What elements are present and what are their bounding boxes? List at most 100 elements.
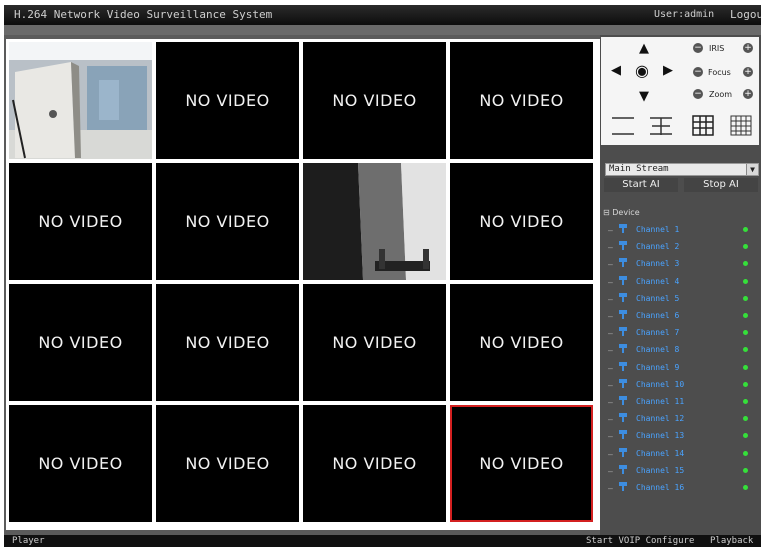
- chevron-down-icon[interactable]: ▼: [746, 164, 758, 175]
- tree-connector: –: [608, 484, 613, 493]
- layout-2x2-icon[interactable]: [649, 113, 673, 137]
- video-cell[interactable]: NO VIDEO: [9, 163, 152, 280]
- ptz-center-icon[interactable]: ◉: [635, 61, 649, 80]
- channel-item[interactable]: – Channel 5: [608, 292, 758, 306]
- video-cell[interactable]: NO VIDEO: [450, 163, 593, 280]
- ptz-control: ▲ ◀ ◉ ▶ ▼ − IRIS + − Focus + − Zoom +: [601, 37, 759, 145]
- video-cell[interactable]: NO VIDEO: [9, 284, 152, 401]
- channel-item[interactable]: – Channel 6: [608, 309, 758, 323]
- channel-item[interactable]: – Channel 7: [608, 326, 758, 340]
- online-status-icon: [743, 295, 748, 301]
- channel-item[interactable]: – Channel 4: [608, 275, 758, 289]
- channel-item[interactable]: – Channel 16: [608, 481, 758, 495]
- channel-item[interactable]: – Channel 10: [608, 378, 758, 392]
- channel-item[interactable]: – Channel 2: [608, 240, 758, 254]
- layout-3x3-icon[interactable]: [691, 113, 715, 137]
- tree-connector: –: [608, 277, 613, 287]
- arrow-up-icon[interactable]: ▲: [639, 41, 649, 56]
- online-status-icon: [743, 485, 748, 490]
- channel-item[interactable]: – Channel 15: [608, 464, 758, 478]
- channel-name: Channel 5: [636, 293, 680, 303]
- video-cell[interactable]: NO VIDEO: [9, 405, 152, 522]
- tree-connector: –: [608, 432, 613, 442]
- channel-name: Channel 7: [636, 328, 680, 338]
- video-cell[interactable]: NO VIDEO: [156, 163, 299, 280]
- channel-item[interactable]: – Channel 11: [608, 395, 758, 409]
- camera-icon: [619, 464, 627, 474]
- video-cell[interactable]: NO VIDEO: [156, 42, 299, 159]
- voip-configure-link[interactable]: Start VOIP Configure: [586, 535, 694, 547]
- channel-name: Channel 8: [636, 345, 680, 355]
- video-cell[interactable]: NO VIDEO: [450, 284, 593, 401]
- channel-item[interactable]: – Channel 3: [608, 257, 758, 271]
- video-cell[interactable]: [9, 42, 152, 159]
- channel-item[interactable]: – Channel 1: [608, 223, 758, 237]
- layout-4x4-icon[interactable]: [729, 113, 753, 137]
- camera-icon: [619, 378, 627, 388]
- player-tab[interactable]: Player: [12, 535, 45, 547]
- online-status-icon: [743, 227, 748, 232]
- focus-plus-icon[interactable]: +: [743, 67, 753, 77]
- channel-item[interactable]: – Channel 8: [608, 343, 758, 357]
- online-status-icon: [743, 433, 748, 439]
- online-status-icon: [743, 347, 748, 353]
- tree-connector: –: [608, 380, 613, 390]
- video-cell[interactable]: NO VIDEO: [450, 405, 593, 522]
- layout-1x1-icon[interactable]: [611, 113, 635, 137]
- channel-name: Channel 10: [636, 379, 685, 389]
- camera-icon: [619, 361, 627, 371]
- focus-label: Focus: [708, 68, 731, 77]
- tree-connector: –: [608, 466, 613, 476]
- arrow-down-icon[interactable]: ▼: [639, 89, 649, 104]
- online-status-icon: [743, 416, 748, 422]
- title-bar: H.264 Network Video Surveillance System …: [4, 5, 761, 25]
- video-cell[interactable]: NO VIDEO: [303, 405, 446, 522]
- tree-connector: –: [608, 346, 613, 356]
- no-video-label: NO VIDEO: [185, 212, 270, 231]
- online-status-icon: [743, 244, 748, 250]
- video-cell[interactable]: NO VIDEO: [303, 284, 446, 401]
- tree-connector: –: [608, 449, 613, 459]
- zoom-minus-icon[interactable]: −: [693, 89, 703, 99]
- camera-icon: [619, 344, 627, 354]
- online-status-icon: [743, 330, 748, 336]
- device-tree-root[interactable]: ⊟ Device: [603, 208, 640, 217]
- video-cell[interactable]: NO VIDEO: [303, 42, 446, 159]
- iris-plus-icon[interactable]: +: [743, 43, 753, 53]
- channel-name: Channel 4: [636, 276, 680, 286]
- channel-item[interactable]: – Channel 12: [608, 412, 758, 426]
- arrow-right-icon[interactable]: ▶: [663, 63, 673, 78]
- start-ai-button[interactable]: Start AI: [604, 178, 678, 192]
- no-video-label: NO VIDEO: [332, 333, 417, 352]
- no-video-label: NO VIDEO: [479, 454, 564, 473]
- channel-name: Channel 16: [636, 483, 685, 492]
- channel-item[interactable]: – Channel 9: [608, 361, 758, 375]
- channel-name: Channel 6: [636, 311, 680, 320]
- app-title: H.264 Network Video Surveillance System: [14, 8, 273, 21]
- playback-link[interactable]: Playback: [710, 535, 753, 547]
- camera-icon: [619, 396, 627, 405]
- channel-item[interactable]: – Channel 14: [608, 447, 758, 461]
- zoom-label: Zoom: [709, 90, 733, 99]
- video-cell[interactable]: NO VIDEO: [156, 284, 299, 401]
- arrow-left-icon[interactable]: ◀: [611, 63, 621, 78]
- online-status-icon: [743, 278, 748, 284]
- camera-icon: [619, 447, 627, 457]
- video-cell[interactable]: NO VIDEO: [156, 405, 299, 522]
- channel-name: Channel 13: [636, 431, 685, 441]
- online-status-icon: [743, 450, 748, 456]
- iris-minus-icon[interactable]: −: [693, 43, 703, 53]
- video-cell[interactable]: [303, 163, 446, 280]
- stream-select[interactable]: Main Stream ▼: [605, 163, 759, 176]
- tree-expand-icon[interactable]: ⊟: [603, 208, 610, 217]
- camera-icon: [619, 310, 627, 319]
- video-cell[interactable]: NO VIDEO: [450, 42, 593, 159]
- channel-item[interactable]: – Channel 13: [608, 429, 758, 443]
- zoom-plus-icon[interactable]: +: [743, 89, 753, 99]
- channel-name: Channel 14: [636, 448, 685, 458]
- focus-minus-icon[interactable]: −: [693, 67, 703, 77]
- logout-link[interactable]: Logout: [730, 5, 761, 25]
- no-video-label: NO VIDEO: [38, 212, 123, 231]
- stop-ai-button[interactable]: Stop AI: [684, 178, 758, 192]
- device-root-label: Device: [612, 208, 640, 217]
